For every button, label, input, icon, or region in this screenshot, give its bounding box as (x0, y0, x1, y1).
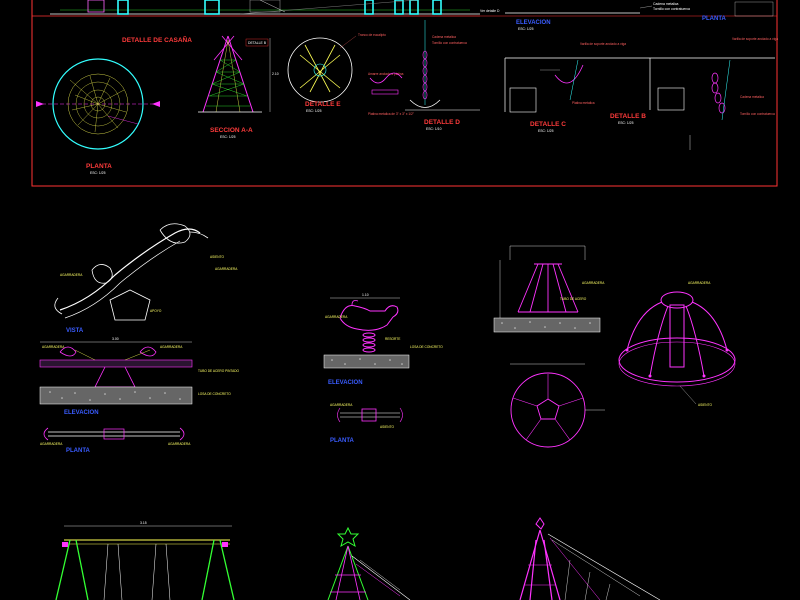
svg-text:AGARRADERA: AGARRADERA (215, 267, 238, 271)
note-varilla-b: Varilla de soporte anclado a viga (732, 37, 778, 41)
detalle-c-scale: ESC: 1/25 (538, 129, 554, 133)
drawing-background (0, 0, 800, 600)
note-cadena-d: Cadena metalica (432, 35, 456, 39)
svg-text:1.10: 1.10 (362, 293, 369, 297)
detalle-e-scale: ESC: 1/25 (306, 109, 322, 113)
note-tronco: Tronco de eucalipto (358, 33, 386, 37)
svg-text:APOYO: APOYO (150, 309, 162, 313)
seccion-aa-scale: ESC: 1/25 (220, 135, 236, 139)
detalle-d-title: DETALLE D (424, 119, 460, 126)
svg-text:3.00: 3.00 (112, 337, 119, 341)
svg-text:DETALLE B: DETALLE B (248, 41, 267, 45)
svg-text:ASIENTO: ASIENTO (698, 403, 712, 407)
svg-text:AGARRADERA: AGARRADERA (168, 442, 191, 446)
svg-text:AGARRADERA: AGARRADERA (330, 403, 353, 407)
note-cadena-b: Cadena metalica (740, 95, 764, 99)
detalle-d-scale: ESC: 1/10 (426, 127, 442, 131)
svg-text:AGARRADERA: AGARRADERA (42, 345, 65, 349)
planta-title: PLANTA (86, 163, 112, 170)
svg-text:ASIENTO: ASIENTO (380, 425, 394, 429)
svg-text:AGARRADERA: AGARRADERA (160, 345, 183, 349)
note-platina-c: Platina metalica (572, 101, 595, 105)
note-varilla-c: Varilla de soporte anclado a viga (580, 42, 626, 46)
note-ver-detalle-d: Ver detalle D (480, 9, 500, 13)
detalle-e-title: DETALLE E (305, 101, 341, 108)
svg-text:ASIENTO: ASIENTO (210, 255, 224, 259)
svg-text:AGARRADERA: AGARRADERA (688, 281, 711, 285)
spring-planta-label: PLANTA (330, 438, 355, 444)
svg-text:TUBO DE ACERO PINTADO: TUBO DE ACERO PINTADO (198, 369, 240, 373)
elevacion-title: ELEVACION (516, 20, 551, 26)
note-tornillo: Tornillo con contratuerca (653, 7, 690, 11)
note-platina: Platina metalica de 3" x 3" x 1/2" (368, 112, 414, 116)
detalle-c-title: DETALLE C (530, 121, 566, 128)
svg-text:AGARRADERA: AGARRADERA (40, 442, 63, 446)
svg-text:TUBO DE ACERO: TUBO DE ACERO (560, 297, 587, 301)
detalle-b-scale: ESC: 1/25 (618, 121, 634, 125)
svg-text:3.15: 3.15 (140, 521, 147, 525)
svg-text:AGARRADERA: AGARRADERA (582, 281, 605, 285)
detalle-casana-title: DETALLE DE CASAÑA (122, 35, 192, 44)
svg-text:LOSA DE CONCRETO: LOSA DE CONCRETO (198, 392, 231, 396)
svg-text:RESORTE: RESORTE (385, 337, 400, 341)
note-tornillo-d: Tornillo con contratuerca (432, 41, 467, 45)
svg-text:LOSA DE CONCRETO: LOSA DE CONCRETO (410, 345, 443, 349)
note-tornillo-b: Tornillo con contratuerca (740, 112, 775, 116)
seesaw-vista-label: VISTA (66, 328, 84, 334)
svg-text:2.10: 2.10 (272, 72, 279, 76)
seesaw-elevacion-label: ELEVACION (64, 410, 99, 416)
planta-top-title: PLANTA (702, 16, 727, 22)
spring-elevacion-label: ELEVACION (328, 380, 363, 386)
note-cadena-metalica: Cadena metalica (653, 2, 679, 6)
detalle-b-title: DETALLE B (610, 113, 646, 120)
seesaw-planta-label: PLANTA (66, 448, 91, 454)
cad-drawing-canvas: Ver detalle D ELEVACION ESC: 1/25 Cadena… (0, 0, 800, 600)
seccion-aa-title: SECCION A-A (210, 127, 253, 134)
planta-scale: ESC: 1/25 (90, 171, 106, 175)
svg-text:AGARRADERA: AGARRADERA (325, 315, 348, 319)
svg-text:AGARRADERA: AGARRADERA (60, 273, 83, 277)
elevacion-scale: ESC: 1/25 (518, 27, 534, 31)
